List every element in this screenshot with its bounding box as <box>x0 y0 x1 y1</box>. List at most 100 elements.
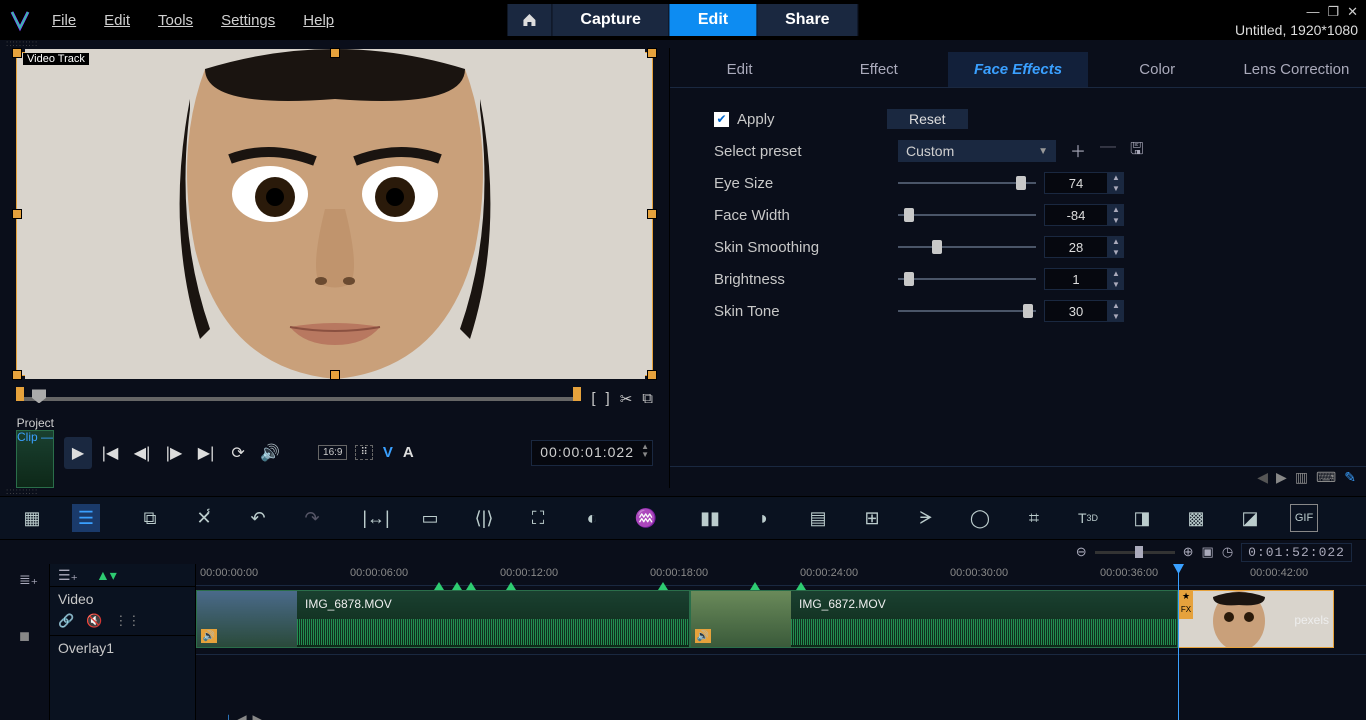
eye-size-spinner[interactable]: ▲▼ <box>1108 172 1124 194</box>
eye-size-value[interactable]: 74 <box>1044 172 1108 194</box>
grid-icon[interactable]: ⊞ <box>858 504 886 532</box>
zoom-in-icon[interactable]: ⊕ <box>1183 544 1194 560</box>
timecode-display[interactable]: 00:00:01:022 ▲▼ <box>531 440 653 466</box>
timeline-view-icon[interactable]: ☰ <box>72 504 100 532</box>
clip-item[interactable]: IMG_6872.MOV 🔊 <box>690 590 1178 648</box>
tab-edit[interactable]: Edit <box>670 4 757 36</box>
overlay-icon[interactable]: ◗ <box>750 504 778 532</box>
zoom-out-icon[interactable]: ⊖ <box>1076 544 1087 560</box>
menu-edit[interactable]: Edit <box>104 12 130 29</box>
transform-handle[interactable] <box>647 209 657 219</box>
overlay-track-header[interactable]: Overlay1 <box>50 635 195 660</box>
tab-prop-lens[interactable]: Lens Correction <box>1227 52 1366 88</box>
menu-tools[interactable]: Tools <box>158 12 193 29</box>
add-preset-icon[interactable]: ＋ <box>1070 138 1086 165</box>
volume-icon[interactable]: 🔊 <box>256 437 284 469</box>
track-add-icon[interactable]: ☰₊ <box>58 567 78 584</box>
motion-icon[interactable]: ᗒ <box>912 504 940 532</box>
go-end-button[interactable]: ▶| <box>192 437 220 469</box>
eye-size-slider[interactable] <box>898 173 1036 193</box>
skin-tone-spinner[interactable]: ▲▼ <box>1108 300 1124 322</box>
skin-tone-value[interactable]: 30 <box>1044 300 1108 322</box>
go-start-button[interactable]: |◀ <box>96 437 124 469</box>
skin-tone-slider[interactable] <box>898 301 1036 321</box>
tab-prop-face-effects[interactable]: Face Effects <box>948 52 1087 88</box>
brightness-slider[interactable] <box>898 269 1036 289</box>
step-back-button[interactable]: ◀| <box>128 437 156 469</box>
gif-icon[interactable]: GIF <box>1290 504 1318 532</box>
remove-preset-icon[interactable]: — <box>1100 138 1116 165</box>
fit-timeline-icon[interactable]: ▣ <box>1202 544 1214 560</box>
preset-dropdown[interactable]: Custom▼ <box>898 140 1056 162</box>
play-button[interactable]: ▶ <box>64 437 92 469</box>
transform-handle[interactable] <box>330 48 340 58</box>
fx-icon[interactable]: ▩ <box>1182 504 1210 532</box>
clock-icon[interactable]: ◷ <box>1222 544 1233 560</box>
resize-icon[interactable]: ⛶ <box>524 504 552 532</box>
brightness-value[interactable]: 1 <box>1044 268 1108 290</box>
transform-handle[interactable] <box>12 48 22 58</box>
reset-button[interactable]: Reset <box>887 109 968 129</box>
aspect-ratio-button[interactable]: 16:9 <box>318 445 347 460</box>
split-icon[interactable]: ✂ <box>620 390 633 408</box>
title-icon[interactable]: ▤ <box>804 504 832 532</box>
camera-icon[interactable]: ■ <box>19 626 30 647</box>
transform-handle[interactable] <box>330 370 340 380</box>
copy-clip-icon[interactable]: ⧉ <box>642 390 653 408</box>
transform-handle[interactable] <box>647 48 657 58</box>
scroll-right-icon[interactable]: ▶ <box>253 712 262 720</box>
tab-share[interactable]: Share <box>757 4 858 36</box>
tools-icon[interactable]: ✕̾ <box>190 504 218 532</box>
menu-help[interactable]: Help <box>303 12 334 29</box>
color-wheel-icon[interactable]: ◐ <box>578 504 606 532</box>
skin-smoothing-slider[interactable] <box>898 237 1036 257</box>
time-ruler[interactable]: 00:00:00:00 00:00:06:00 00:00:12:00 00:0… <box>196 564 1366 586</box>
track-marker-icon[interactable]: ▲▾ <box>96 567 117 584</box>
transform-handle[interactable] <box>12 370 22 380</box>
timeline-canvas[interactable]: 00:00:00:00 00:00:06:00 00:00:12:00 00:0… <box>196 564 1366 720</box>
menu-settings[interactable]: Settings <box>221 12 275 29</box>
apply-checkbox[interactable]: ✔ <box>714 112 729 127</box>
undo-icon[interactable]: ↶ <box>244 504 272 532</box>
skin-smoothing-spinner[interactable]: ▲▼ <box>1108 236 1124 258</box>
keyboard-icon[interactable]: ⌨ <box>1316 469 1336 486</box>
tab-capture[interactable]: Capture <box>552 4 669 36</box>
mask-icon[interactable]: ◨ <box>1128 504 1156 532</box>
clip-item[interactable]: ★ FX pexels <box>1178 590 1334 648</box>
trim-playhead[interactable] <box>32 389 46 403</box>
duplicate-icon[interactable]: ⧉ <box>136 504 164 532</box>
mute-icon[interactable]: 🔇 <box>86 613 102 629</box>
audio-toggle[interactable]: A <box>403 444 414 461</box>
crop-button[interactable]: ⠿ <box>355 445 372 460</box>
3d-title-icon[interactable]: T3D <box>1074 504 1102 532</box>
video-toggle[interactable]: V <box>383 444 393 461</box>
lock-icon[interactable]: ⋮⋮ <box>114 613 140 629</box>
face-width-slider[interactable] <box>898 205 1036 225</box>
clip-item[interactable]: IMG_6878.MOV 🔊 <box>196 590 690 648</box>
transform-handle[interactable] <box>647 370 657 380</box>
tl-menu-icon[interactable]: ≣₊ <box>19 571 38 588</box>
tab-prop-color[interactable]: Color <box>1088 52 1227 88</box>
mark-out-icon[interactable]: ] <box>606 390 610 408</box>
timeline-playhead[interactable] <box>1178 564 1179 720</box>
face-width-value[interactable]: -84 <box>1044 204 1108 226</box>
transition-icon[interactable]: ▮▮ <box>696 504 724 532</box>
step-fwd-button[interactable]: |▶ <box>160 437 188 469</box>
timecode-spinner[interactable]: ▲▼ <box>641 443 650 459</box>
track-motion-icon[interactable]: ◯ <box>966 504 994 532</box>
preview-canvas[interactable]: Video Track <box>16 52 653 376</box>
minimize-icon[interactable]: — <box>1306 4 1319 20</box>
restore-icon[interactable]: ❐ <box>1327 4 1339 20</box>
menu-file[interactable]: File <box>52 12 76 29</box>
zoom-slider[interactable] <box>1095 551 1175 554</box>
face-width-spinner[interactable]: ▲▼ <box>1108 204 1124 226</box>
scroll-right-icon[interactable]: ▶ <box>1276 469 1287 486</box>
panel-layout-icon[interactable]: ▥ <box>1295 469 1308 486</box>
overlay-clips-row[interactable] <box>196 654 1366 680</box>
link-icon[interactable]: 🔗 <box>58 613 74 629</box>
trim-in-flag[interactable] <box>16 387 24 401</box>
add-track-below-icon[interactable]: ⤓ <box>226 712 231 720</box>
redo-icon[interactable]: ↷ <box>298 504 326 532</box>
storyboard-view-icon[interactable]: ▦ <box>18 504 46 532</box>
mark-in-icon[interactable]: [ <box>591 390 595 408</box>
